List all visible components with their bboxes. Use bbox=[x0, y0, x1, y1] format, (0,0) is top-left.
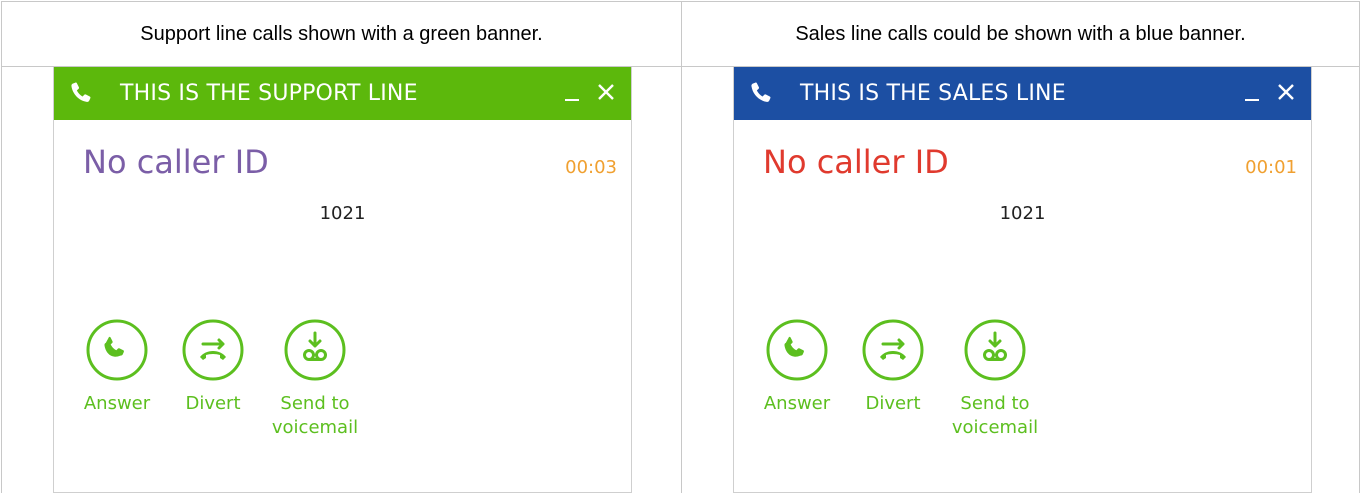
caller-name: No caller ID bbox=[83, 143, 269, 181]
divert-button[interactable]: Divert bbox=[858, 318, 928, 416]
phone-icon bbox=[751, 82, 771, 102]
caller-name: No caller ID bbox=[763, 143, 949, 181]
answer-label: Answer bbox=[763, 393, 831, 414]
minimize-button[interactable] bbox=[1241, 77, 1263, 107]
phone-icon bbox=[71, 82, 91, 102]
call-window-support: THIS IS THE SUPPORT LINE No caller ID 00… bbox=[53, 67, 632, 493]
divert-label: Divert bbox=[185, 393, 241, 414]
send-to-voicemail-button[interactable]: Send to voicemail bbox=[260, 318, 370, 440]
close-icon[interactable] bbox=[1273, 77, 1299, 107]
answer-phone-icon bbox=[766, 319, 828, 381]
answer-button[interactable]: Answer bbox=[760, 318, 834, 416]
table-center-divider bbox=[681, 1, 682, 493]
table-left-border bbox=[1, 1, 2, 493]
call-timer: 00:03 bbox=[565, 157, 617, 178]
call-timer: 00:01 bbox=[1245, 157, 1297, 178]
voicemail-icon bbox=[964, 319, 1026, 381]
called-number: 1021 bbox=[999, 203, 1046, 224]
divert-icon bbox=[182, 319, 244, 381]
divert-button[interactable]: Divert bbox=[178, 318, 248, 416]
divert-icon bbox=[862, 319, 924, 381]
voicemail-icon bbox=[284, 319, 346, 381]
close-icon[interactable] bbox=[593, 77, 619, 107]
banner-title: THIS IS THE SALES LINE bbox=[800, 81, 1066, 106]
call-window-sales: THIS IS THE SALES LINE No caller ID 00:0… bbox=[733, 67, 1312, 493]
call-banner: THIS IS THE SALES LINE bbox=[734, 67, 1311, 120]
minimize-button[interactable] bbox=[561, 77, 583, 107]
call-banner: THIS IS THE SUPPORT LINE bbox=[54, 67, 631, 120]
send-to-voicemail-label: Send to voicemail bbox=[951, 393, 1039, 438]
divert-label: Divert bbox=[865, 393, 921, 414]
banner-title: THIS IS THE SUPPORT LINE bbox=[120, 81, 418, 106]
called-number: 1021 bbox=[319, 203, 366, 224]
answer-button[interactable]: Answer bbox=[80, 318, 154, 416]
answer-phone-icon bbox=[86, 319, 148, 381]
send-to-voicemail-label: Send to voicemail bbox=[271, 393, 359, 438]
table-right-border bbox=[1359, 1, 1360, 493]
caption-sales: Sales line calls could be shown with a b… bbox=[795, 23, 1246, 45]
answer-label: Answer bbox=[83, 393, 151, 414]
caption-support: Support line calls shown with a green ba… bbox=[140, 23, 543, 45]
send-to-voicemail-button[interactable]: Send to voicemail bbox=[940, 318, 1050, 440]
